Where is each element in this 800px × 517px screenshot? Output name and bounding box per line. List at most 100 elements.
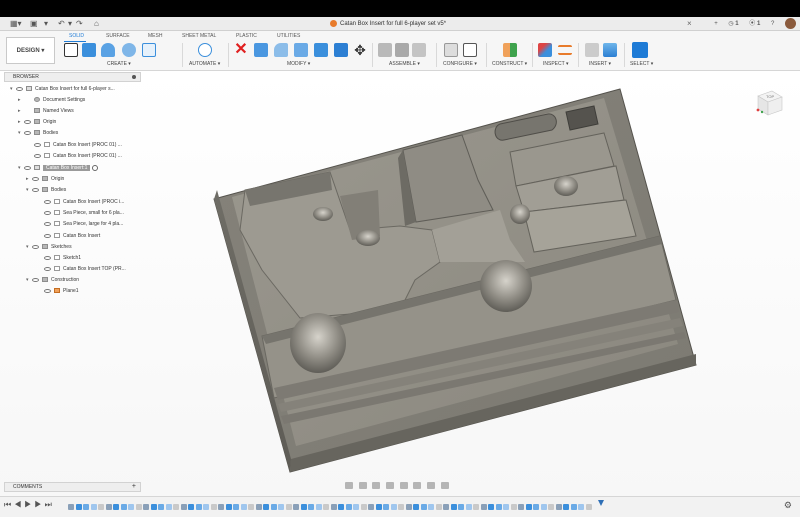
timeline-feature-icon[interactable] bbox=[150, 504, 157, 510]
timeline-feature-icon[interactable] bbox=[480, 504, 487, 510]
timeline-marker[interactable] bbox=[598, 500, 604, 506]
timeline-feature-icon[interactable] bbox=[450, 504, 457, 510]
tree-item-origin[interactable]: ▸ Origin bbox=[18, 117, 56, 127]
visibility-icon[interactable] bbox=[34, 153, 41, 158]
zoom-icon[interactable] bbox=[386, 481, 395, 489]
timeline-feature-icon[interactable] bbox=[458, 504, 464, 510]
visibility-icon[interactable] bbox=[44, 221, 51, 226]
timeline-feature-icon[interactable] bbox=[383, 504, 389, 510]
timeline-feature-icon[interactable] bbox=[540, 504, 547, 510]
timeline-feature-icon[interactable] bbox=[465, 504, 472, 510]
timeline-feature-icon[interactable] bbox=[563, 504, 569, 510]
timeline-feature-icon[interactable] bbox=[428, 504, 434, 510]
visibility-icon[interactable] bbox=[16, 86, 23, 91]
timeline-feature-icon[interactable] bbox=[188, 504, 194, 510]
timeline-feature-icon[interactable] bbox=[390, 504, 397, 510]
visibility-icon[interactable] bbox=[44, 233, 51, 238]
timeline-feature-icon[interactable] bbox=[353, 504, 359, 510]
tree-item-component[interactable]: ▾ Catan Box Insert:1 bbox=[18, 163, 99, 173]
timeline-feature-icon[interactable] bbox=[83, 504, 89, 510]
tree-item-document-settings[interactable]: ▸ Document Settings bbox=[18, 95, 85, 105]
timeline-feature-icon[interactable] bbox=[240, 504, 247, 510]
visibility-icon[interactable] bbox=[32, 277, 39, 282]
timeline-feature-icon[interactable] bbox=[315, 504, 322, 510]
timeline-feature-icon[interactable] bbox=[210, 504, 217, 510]
timeline-feature-icon[interactable] bbox=[398, 504, 404, 510]
expand-icon[interactable]: ▸ bbox=[18, 106, 24, 116]
timeline-feature-icon[interactable] bbox=[360, 504, 367, 510]
fit-icon[interactable] bbox=[399, 481, 408, 489]
tree-item-bodies[interactable]: ▾ Bodies bbox=[26, 185, 66, 195]
timeline-feature-icon[interactable] bbox=[165, 504, 172, 510]
visibility-icon[interactable] bbox=[32, 244, 39, 249]
orbit-icon[interactable] bbox=[345, 481, 353, 489]
activate-icon[interactable] bbox=[92, 164, 99, 171]
expand-icon[interactable]: ▸ bbox=[18, 95, 24, 105]
timeline-feature-icon[interactable] bbox=[420, 504, 427, 510]
timeline-feature-icon[interactable] bbox=[113, 504, 119, 510]
timeline-feature-icon[interactable] bbox=[338, 504, 344, 510]
tree-item-document[interactable]: ▾ Catan Box Insert for full 6-player s... bbox=[10, 84, 115, 94]
look-at-icon[interactable] bbox=[358, 481, 367, 489]
timeline-feature-icon[interactable] bbox=[75, 504, 82, 510]
tree-item-body[interactable]: Catan Box Insert (PROC 01) ... bbox=[34, 151, 122, 161]
visibility-icon[interactable] bbox=[24, 165, 31, 170]
timeline-feature-icon[interactable] bbox=[330, 504, 337, 510]
timeline-feature-icon[interactable] bbox=[68, 504, 74, 510]
timeline-feature-icon[interactable] bbox=[503, 504, 509, 510]
tree-item-named-views[interactable]: ▸ Named Views bbox=[18, 106, 74, 116]
timeline-feature-icon[interactable] bbox=[323, 504, 329, 510]
timeline-feature-icon[interactable] bbox=[405, 504, 412, 510]
timeline-feature-icon[interactable] bbox=[270, 504, 277, 510]
playback-controls[interactable]: ⏮◀▶▶⏭ bbox=[4, 500, 55, 510]
timeline-feature-icon[interactable] bbox=[120, 504, 127, 510]
timeline-feature-icon[interactable] bbox=[285, 504, 292, 510]
viewports-icon[interactable] bbox=[440, 481, 449, 489]
gear-icon[interactable]: ⚙ bbox=[784, 500, 792, 511]
tree-item-plane[interactable]: Plane1 bbox=[44, 286, 79, 296]
visibility-icon[interactable] bbox=[44, 266, 51, 271]
timeline-feature-icon[interactable] bbox=[128, 504, 134, 510]
timeline-feature-icon[interactable] bbox=[308, 504, 314, 510]
timeline-feature-icon[interactable] bbox=[98, 504, 104, 510]
timeline-feature-icon[interactable] bbox=[203, 504, 209, 510]
timeline-feature-icon[interactable] bbox=[255, 504, 262, 510]
tree-item-bodies[interactable]: ▾ Bodies bbox=[18, 128, 58, 138]
visibility-icon[interactable] bbox=[32, 176, 39, 181]
timeline-feature-icon[interactable] bbox=[473, 504, 479, 510]
timeline-feature-icon[interactable] bbox=[570, 504, 577, 510]
timeline-feature-icon[interactable] bbox=[218, 504, 224, 510]
timeline-feature-icon[interactable] bbox=[300, 504, 307, 510]
timeline-feature-icon[interactable] bbox=[345, 504, 352, 510]
timeline-feature-icon[interactable] bbox=[135, 504, 142, 510]
timeline-feature-icon[interactable] bbox=[525, 504, 532, 510]
timeline-feature-icon[interactable] bbox=[510, 504, 517, 510]
timeline-feature-icon[interactable] bbox=[180, 504, 187, 510]
timeline-feature-icon[interactable] bbox=[518, 504, 524, 510]
timeline-feature-icon[interactable] bbox=[578, 504, 584, 510]
timeline-feature-icon[interactable] bbox=[413, 504, 419, 510]
tree-item-body[interactable]: Sea Piece, small for 6 pla... bbox=[44, 208, 124, 218]
tree-item-body[interactable]: Catan Box Insert bbox=[44, 231, 100, 241]
timeline-feature-icon[interactable] bbox=[555, 504, 562, 510]
timeline-feature-icon[interactable] bbox=[143, 504, 149, 510]
timeline-feature-icon[interactable] bbox=[105, 504, 112, 510]
tree-item-sketches[interactable]: ▾ Sketches bbox=[26, 242, 72, 252]
tree-item-sketch[interactable]: Sketch1 bbox=[44, 253, 81, 263]
tree-item-sketch[interactable]: Catan Box Insert TOP (PR... bbox=[44, 264, 126, 274]
tree-item-construction[interactable]: ▾ Construction bbox=[26, 275, 79, 285]
view-cube[interactable]: TOP bbox=[752, 88, 786, 118]
visibility-icon[interactable] bbox=[32, 187, 39, 192]
timeline-feature-icon[interactable] bbox=[585, 504, 592, 510]
pan-icon[interactable] bbox=[372, 481, 381, 489]
visibility-icon[interactable] bbox=[44, 199, 51, 204]
timeline-feature-icon[interactable] bbox=[278, 504, 284, 510]
visibility-icon[interactable] bbox=[24, 119, 31, 124]
tree-item-origin[interactable]: ▸ Origin bbox=[26, 174, 64, 184]
tree-item-body[interactable]: Catan Box Insert (PROC i... bbox=[44, 197, 124, 207]
timeline-feature-icon[interactable] bbox=[443, 504, 449, 510]
timeline-feature-icon[interactable] bbox=[263, 504, 269, 510]
timeline-feature-icon[interactable] bbox=[375, 504, 382, 510]
timeline-feature-icon[interactable] bbox=[548, 504, 554, 510]
timeline-feature-icon[interactable] bbox=[248, 504, 254, 510]
